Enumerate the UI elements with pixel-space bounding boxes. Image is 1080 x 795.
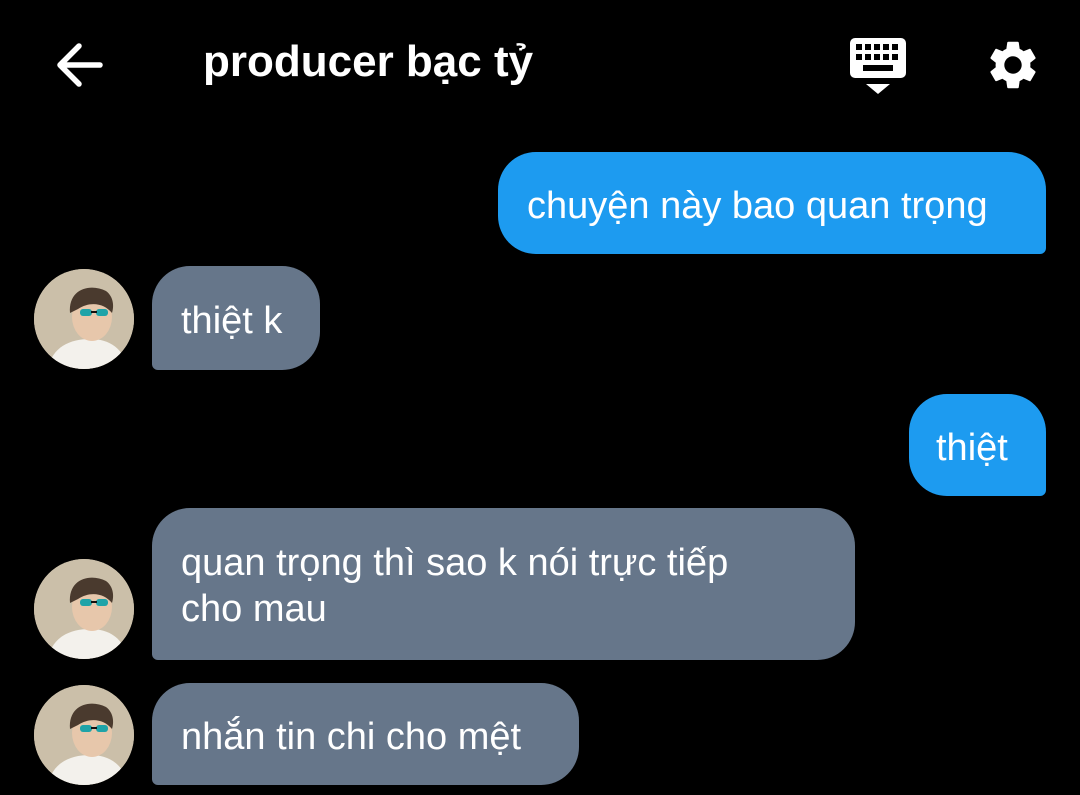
message-bubble-sent[interactable]: thiệt	[909, 394, 1046, 496]
keyboard-icon	[850, 38, 906, 94]
message-bubble-received[interactable]: nhắn tin chi cho mệt	[152, 683, 579, 785]
gear-icon	[990, 41, 1036, 89]
back-arrow-icon	[57, 43, 103, 87]
keyboard-toggle-button[interactable]	[848, 36, 908, 98]
settings-button[interactable]	[984, 36, 1042, 94]
avatar-image	[34, 559, 134, 659]
back-button[interactable]	[52, 38, 106, 92]
avatar[interactable]	[34, 269, 134, 369]
message-bubble-sent[interactable]: chuyện này bao quan trọng	[498, 152, 1046, 254]
avatar[interactable]	[34, 559, 134, 659]
message-bubble-received[interactable]: quan trọng thì sao k nói trực tiếp cho m…	[152, 508, 855, 660]
message-text-line: quan trọng thì sao k nói trực tiếp	[181, 542, 729, 584]
avatar-image	[34, 269, 134, 369]
avatar-image	[34, 685, 134, 785]
conversation-title: producer bạc tỷ	[203, 37, 534, 86]
message-text: thiệt k	[181, 300, 283, 342]
message-text: thiệt	[936, 427, 1008, 469]
avatar[interactable]	[34, 685, 134, 785]
message-text: chuyện này bao quan trọng	[527, 185, 988, 227]
message-text-line: cho mau	[181, 588, 327, 630]
message-text: nhắn tin chi cho mệt	[181, 716, 522, 758]
chat-screen: producer bạc tỷ chuyện này bao quan trọn…	[0, 0, 1080, 795]
message-bubble-received[interactable]: thiệt k	[152, 266, 320, 370]
